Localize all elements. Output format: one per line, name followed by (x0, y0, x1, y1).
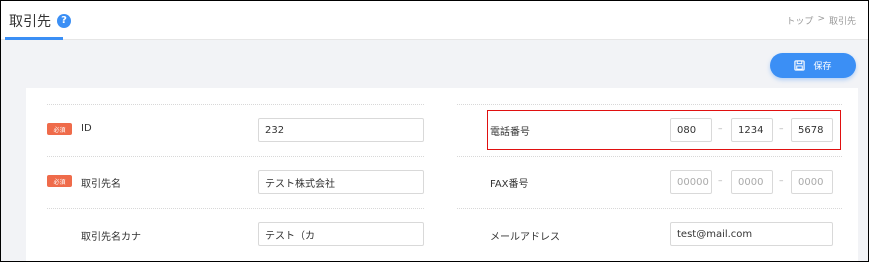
fax-field-2[interactable]: 0000 (731, 170, 773, 194)
company-name-field[interactable]: テスト株式会社 (258, 170, 424, 194)
breadcrumb-current: 取引先 (828, 17, 856, 27)
page-header: 取引先 ? トップ > 取引先 (1, 1, 868, 40)
save-button-label: 保存 (813, 62, 832, 72)
row-divider (457, 156, 842, 157)
phone-highlight-box (487, 110, 841, 150)
breadcrumb-separator: > (817, 14, 825, 24)
floppy-disk-icon (794, 60, 806, 71)
row-divider (457, 104, 842, 105)
company-kana-field[interactable]: テスト（カ (258, 222, 424, 246)
required-badge: 必須 (47, 175, 72, 187)
save-button[interactable]: 保存 (770, 53, 856, 78)
row-divider (457, 208, 842, 209)
breadcrumb-top-link[interactable]: トップ (786, 14, 813, 27)
company-kana-label: 取引先名カナ (81, 232, 141, 243)
row-divider (47, 156, 424, 157)
fax-separator: – (779, 176, 784, 186)
row-divider (47, 104, 424, 105)
fax-separator: – (718, 176, 723, 186)
title-tab[interactable]: 取引先 ? (5, 1, 75, 40)
required-badge: 必須 (47, 123, 72, 135)
id-field[interactable]: 232 (258, 118, 424, 142)
row-divider (47, 208, 424, 209)
id-label: ID (81, 123, 92, 134)
fax-field-3[interactable]: 0000 (791, 170, 833, 194)
fax-field-1[interactable]: 00000 (670, 170, 712, 194)
email-field[interactable]: test@mail.com (670, 222, 833, 246)
breadcrumb: トップ > 取引先 (786, 14, 856, 27)
company-name-label: 取引先名 (81, 179, 121, 190)
fax-label: FAX番号 (490, 179, 529, 190)
page-title: 取引先 (9, 13, 51, 30)
email-label: メールアドレス (490, 232, 560, 243)
help-icon[interactable]: ? (57, 13, 71, 28)
